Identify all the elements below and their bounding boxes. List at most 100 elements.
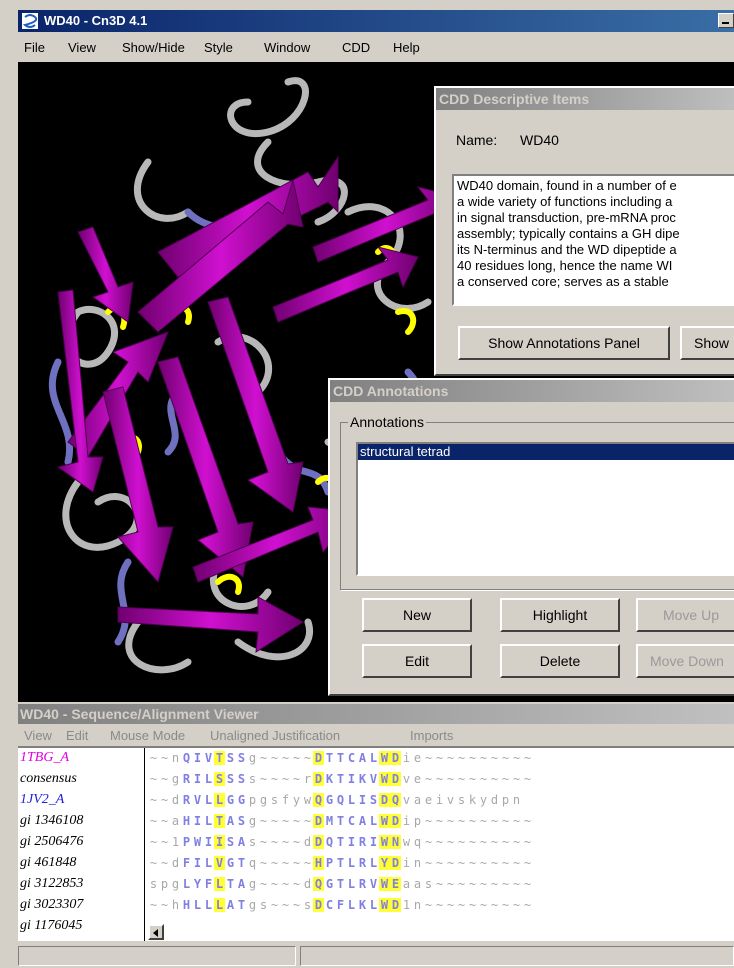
residue: ~ [523,835,532,849]
residue: V [369,772,378,786]
residue: ~ [435,814,444,828]
residue: ~ [435,856,444,870]
menu-style[interactable]: Style [204,40,233,55]
sequence-name[interactable]: consensus [20,771,77,787]
sequence-row[interactable]: ~ ~ d R V L L G Gp g s f y w Q G Q L I S D Qv a e i v s k y d p n [148,793,522,807]
status-pane-left [18,946,296,966]
residue: C [325,898,334,912]
residue: T [226,877,235,891]
residue: s [424,877,433,891]
residue: L [347,856,356,870]
residue: T [237,898,246,912]
menu-window[interactable]: Window [264,40,310,55]
minimize-button[interactable] [718,13,734,28]
menu-show-hide[interactable]: Show/Hide [122,40,185,55]
residue: ~ [457,877,466,891]
delete-button[interactable]: Delete [500,644,620,678]
residue: I [347,835,356,849]
residue: ~ [160,751,169,765]
menu-file[interactable]: File [24,40,45,55]
move-up-button[interactable]: Move Up [636,598,734,632]
sequence-name[interactable]: gi 461848 [20,855,76,871]
residue: g [248,751,257,765]
scroll-left-button[interactable] [148,924,164,940]
residue: L [204,898,213,912]
sequence-row[interactable]: s p g L Y F L T Ag ~ ~ ~ ~ d Q G T L R V W Ea a s ~ ~ ~ ~ ~ ~ ~ ~ ~ [148,877,533,891]
sequence-row[interactable]: ~ ~ d F I L V G Tq ~ ~ ~ ~ ~ H P T L R L Y Di n ~ ~ ~ ~ ~ ~ ~ ~ ~ ~ [148,856,533,870]
residue: ~ [479,835,488,849]
residue: w [303,793,312,807]
residue: L [204,856,213,870]
residue: Q [182,751,191,765]
residue: I [214,835,225,849]
annotations-dialog-title: CDD Annotations [330,380,734,402]
residue: ~ [468,877,477,891]
residue: ~ [281,898,290,912]
menu-cdd[interactable]: CDD [342,40,370,55]
menu-help[interactable]: Help [393,40,420,55]
residue: ~ [479,898,488,912]
residue: L [347,898,356,912]
main-title-bar: WD40 - Cn3D 4.1 [18,10,734,32]
residue: L [214,793,225,807]
description-line: a conserved core; serves as a stable [457,274,669,289]
residue: ~ [292,772,301,786]
residue: ~ [457,814,466,828]
seq-menu-unaligned-justification[interactable]: Unaligned Justification [210,728,340,743]
residue: R [358,856,367,870]
sequence-row[interactable]: ~ ~ n Q I V T S Sg ~ ~ ~ ~ ~ D T T C A L W Di e ~ ~ ~ ~ ~ ~ ~ ~ ~ ~ [148,751,533,765]
cdd-descriptive-items-dialog: CDD Descriptive Items Name: WD40 WD40 do… [434,86,734,376]
seq-menu-imports[interactable]: Imports [410,728,453,743]
seq-menu-edit[interactable]: Edit [66,728,88,743]
sequence-name[interactable]: 1TBG_A [20,750,69,766]
residue: T [214,751,225,765]
residue: D [313,898,324,912]
residue: ~ [501,898,510,912]
name-label: Name: [456,132,498,148]
residue: F [204,877,213,891]
new-button[interactable]: New [362,598,472,632]
highlight-button[interactable]: Highlight [500,598,620,632]
residue: s [248,835,257,849]
sequence-name[interactable]: gi 1176045 [20,918,82,934]
residue: ~ [259,772,268,786]
residue: D [390,751,401,765]
sequence-name[interactable]: 1JV2_A [20,792,64,808]
sequence-name[interactable]: gi 3023307 [20,897,83,913]
residue: Y [379,856,390,870]
residue: ~ [457,772,466,786]
residue: ~ [490,856,499,870]
residue: ~ [270,856,279,870]
residue: n [171,751,180,765]
residue: G [325,793,334,807]
residue: P [182,835,191,849]
sequence-name[interactable]: gi 1346108 [20,813,83,829]
residue: K [325,772,334,786]
sequence-name[interactable]: gi 2506476 [20,834,83,850]
residue: ~ [270,814,279,828]
sequence-row[interactable]: ~ ~1 P W I I S As ~ ~ ~ ~ d D Q T I R I W Nw q ~ ~ ~ ~ ~ ~ ~ ~ ~ ~ [148,835,533,849]
move-down-button[interactable]: Move Down [636,644,734,678]
residue: Y [193,877,202,891]
residue: T [237,856,246,870]
alignment-panel[interactable]: 1TBG_A ~ ~ n Q I V T S Sg ~ ~ ~ ~ ~ D T T C A L W Di e ~ ~ ~ ~ ~ ~ ~ ~ ~… [18,746,734,941]
residue: g [248,814,257,828]
seq-menu-view[interactable]: View [24,728,52,743]
sequence-row[interactable]: ~ ~ g R I L S S Ss ~ ~ ~ ~ r D K T I K V W Dv e ~ ~ ~ ~ ~ ~ ~ ~ ~ ~ [148,772,533,786]
annotation-item-selected[interactable]: structural tetrad [358,444,734,460]
annotations-listbox[interactable]: structural tetrad [356,442,734,576]
sequence-row[interactable]: ~ ~ a H I L T A Sg ~ ~ ~ ~ ~ D M T C A L W Di p ~ ~ ~ ~ ~ ~ ~ ~ ~ ~ [148,814,533,828]
residue: T [336,772,345,786]
sequence-name[interactable]: gi 3122853 [20,876,83,892]
show-annotations-panel-button[interactable]: Show Annotations Panel [458,326,670,360]
menu-view[interactable]: View [68,40,96,55]
description-line: WD40 domain, found in a number of e [457,178,677,193]
sequence-row[interactable]: ~ ~ h H L L L A Tg s ~ ~ ~ s D C F L K L W D 1 n ~ ~ ~ ~ ~ ~ ~ ~ ~ ~ [148,898,533,912]
seq-menu-mouse-mode[interactable]: Mouse Mode [110,728,185,743]
residue: ~ [281,814,290,828]
residue: A [237,877,246,891]
description-textbox[interactable]: WD40 domain, found in a number of e a wi… [452,174,734,306]
edit-button[interactable]: Edit [362,644,472,678]
residue: ~ [512,835,521,849]
show-button[interactable]: Show [680,326,734,360]
